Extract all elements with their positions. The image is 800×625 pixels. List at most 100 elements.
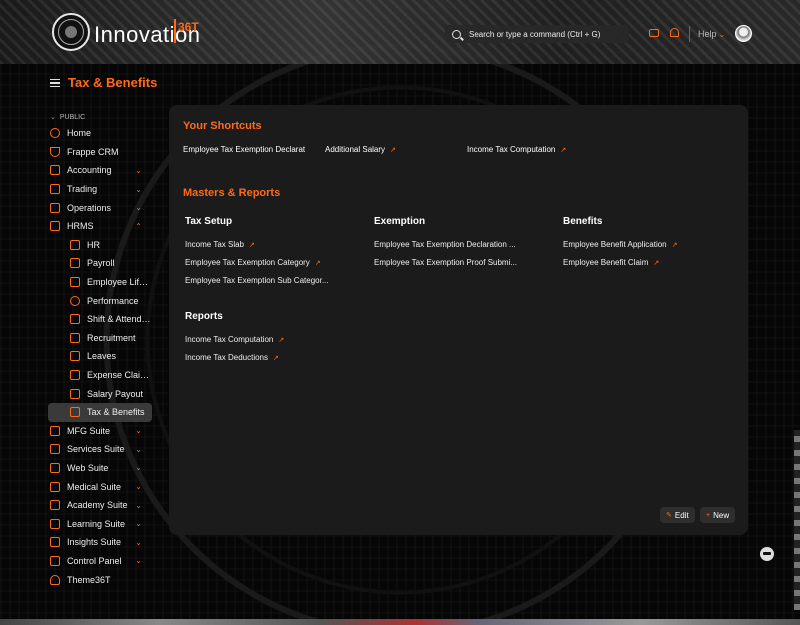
sidebar: ⌄ PUBLIC Home Frappe CRM Accounting ⌄ Tradin… <box>48 110 152 589</box>
link-employee-benefit-application[interactable]: Employee Benefit Application ↗ <box>563 240 678 249</box>
sidebar-item-salary-payout[interactable]: Salary Payout <box>48 384 152 403</box>
card-title-exemption: Exemption <box>374 216 426 227</box>
shortcut-income-tax-computation[interactable]: Income Tax Computation ↗ <box>467 145 566 154</box>
sidebar-item-label: HRMS <box>67 221 94 232</box>
sidebar-item-web-suite[interactable]: Web Suite ⌄ <box>48 459 152 478</box>
chevron-up-icon[interactable]: ⌃ <box>135 222 142 231</box>
arrow-up-right-icon: ↗ <box>560 147 567 154</box>
card-title-tax-setup: Tax Setup <box>185 216 233 227</box>
sidebar-item-label: Salary Payout <box>87 388 144 399</box>
link-employee-tax-exemption-category[interactable]: Employee Tax Exemption Category ↗ <box>185 258 321 267</box>
leaves-icon <box>70 351 80 362</box>
link-income-tax-computation-report[interactable]: Income Tax Computation ↗ <box>185 335 284 344</box>
link-label: Employee Benefit Claim <box>563 258 649 267</box>
link-label: Employee Tax Exemption Category <box>185 258 310 267</box>
sidebar-item-home[interactable]: Home <box>48 124 152 143</box>
sidebar-item-trading[interactable]: Trading ⌄ <box>48 180 152 199</box>
sidebar-item-expense-claims[interactable]: Expense Claims <box>48 366 152 385</box>
funnel-icon <box>50 146 60 157</box>
web-icon <box>50 462 60 473</box>
sidebar-item-accounting[interactable]: Accounting ⌄ <box>48 161 152 180</box>
bottom-image-strip <box>0 619 800 625</box>
link-employee-tax-exemption-proof-submission[interactable]: Employee Tax Exemption Proof Submi... <box>374 258 517 267</box>
insights-icon <box>50 537 60 548</box>
sidebar-item-label: Learning Suite <box>67 518 126 529</box>
shortcut-employee-tax-exemption-declaration[interactable]: Employee Tax Exemption Declarat <box>183 145 305 154</box>
chat-icon[interactable] <box>649 29 659 37</box>
chevron-down-icon[interactable]: ⌄ <box>135 538 142 547</box>
notification-bell-icon[interactable] <box>670 28 679 37</box>
sidebar-section-public[interactable]: ⌄ PUBLIC <box>48 110 152 124</box>
chevron-down-icon[interactable]: ⌄ <box>135 185 142 194</box>
help-label: Help <box>698 29 717 39</box>
link-employee-tax-exemption-sub-category[interactable]: Employee Tax Exemption Sub Categor... <box>185 276 329 285</box>
chevron-down-icon[interactable]: ⌄ <box>135 445 142 454</box>
sidebar-item-insights-suite[interactable]: Insights Suite ⌄ <box>48 533 152 552</box>
link-label: Employee Benefit Application <box>563 240 667 249</box>
search-bar[interactable]: Search or type a command (Ctrl + G) <box>445 25 629 43</box>
sidebar-item-medical-suite[interactable]: Medical Suite ⌄ <box>48 477 152 496</box>
masters-reports-heading: Masters & Reports <box>183 187 281 199</box>
chevron-down-icon[interactable]: ⌄ <box>135 556 142 565</box>
sidebar-item-hrms[interactable]: HRMS ⌃ <box>48 217 152 236</box>
sidebar-item-theme36t[interactable]: Theme36T <box>48 570 152 589</box>
user-avatar[interactable] <box>735 25 752 42</box>
brand-accent-bar <box>174 19 176 43</box>
link-employee-tax-exemption-declaration[interactable]: Employee Tax Exemption Declaration ... <box>374 240 516 249</box>
heart-icon <box>50 574 60 585</box>
sidebar-item-tax-benefits[interactable]: Tax & Benefits <box>48 402 152 422</box>
shortcut-label: Additional Salary <box>325 145 386 154</box>
arrow-up-right-icon: ↗ <box>671 242 678 249</box>
card-title-benefits: Benefits <box>563 216 603 227</box>
new-button[interactable]: + New <box>700 507 736 523</box>
chevron-down-icon[interactable]: ⌄ <box>135 519 142 528</box>
search-placeholder: Search or type a command (Ctrl + G) <box>469 29 601 39</box>
logo-seal-icon[interactable] <box>52 13 90 51</box>
edit-icon: ✎ <box>666 512 672 519</box>
sidebar-item-label: Expense Claims <box>87 370 152 381</box>
home-icon <box>50 128 60 139</box>
sidebar-item-label: Web Suite <box>67 462 109 473</box>
sidebar-item-services-suite[interactable]: Services Suite ⌄ <box>48 440 152 459</box>
sidebar-item-recruitment[interactable]: Recruitment <box>48 329 152 348</box>
chevron-down-icon: ⌄ <box>718 30 726 39</box>
mfg-icon <box>50 425 60 436</box>
sidebar-item-label: Shift & Attendance <box>87 314 152 325</box>
hamburger-menu-icon[interactable] <box>50 78 60 87</box>
chevron-down-icon[interactable]: ⌄ <box>135 203 142 212</box>
shift-icon <box>70 314 80 325</box>
sidebar-item-control-panel[interactable]: Control Panel ⌄ <box>48 552 152 571</box>
chevron-down-icon[interactable]: ⌄ <box>135 426 142 435</box>
navbar-divider <box>689 26 690 42</box>
link-income-tax-deductions[interactable]: Income Tax Deductions ↗ <box>185 353 279 362</box>
page-title: Tax & Benefits <box>68 75 158 90</box>
sidebar-section-label: PUBLIC <box>59 113 86 121</box>
sidebar-item-frappe-crm[interactable]: Frappe CRM <box>48 143 152 162</box>
sidebar-item-learning-suite[interactable]: Learning Suite ⌄ <box>48 514 152 533</box>
sidebar-item-shift-attendance[interactable]: Shift & Attendance <box>48 310 152 329</box>
shortcut-additional-salary[interactable]: Additional Salary ↗ <box>325 145 396 154</box>
link-income-tax-slab[interactable]: Income Tax Slab ↗ <box>185 240 255 249</box>
services-icon <box>50 444 60 455</box>
sidebar-item-payroll[interactable]: Payroll <box>48 254 152 273</box>
chevron-down-icon[interactable]: ⌄ <box>135 463 142 472</box>
help-menu[interactable]: Help ⌄ <box>698 29 725 39</box>
sidebar-item-hr[interactable]: HR <box>48 236 152 255</box>
chevron-down-icon[interactable]: ⌄ <box>135 501 142 510</box>
sidebar-item-mfg-suite[interactable]: MFG Suite ⌄ <box>48 422 152 441</box>
payroll-icon <box>70 258 80 269</box>
edit-button[interactable]: ✎ Edit <box>660 507 695 523</box>
sidebar-item-employee-lifecy[interactable]: Employee Lifecy... <box>48 273 152 292</box>
chevron-down-icon[interactable]: ⌄ <box>135 166 142 175</box>
sidebar-item-operations[interactable]: Operations ⌄ <box>48 198 152 217</box>
chevron-down-icon[interactable]: ⌄ <box>135 482 142 491</box>
assistant-bot-icon[interactable] <box>760 547 774 561</box>
link-label: Employee Tax Exemption Proof Submi... <box>374 258 518 267</box>
sidebar-item-academy-suite[interactable]: Academy Suite ⌄ <box>48 496 152 515</box>
sidebar-item-performance[interactable]: Performance <box>48 291 152 310</box>
accounting-icon <box>50 165 60 176</box>
sidebar-item-leaves[interactable]: Leaves <box>48 347 152 366</box>
link-label: Employee Tax Exemption Declaration ... <box>374 240 516 249</box>
link-employee-benefit-claim[interactable]: Employee Benefit Claim ↗ <box>563 258 659 267</box>
expense-icon <box>70 370 80 381</box>
